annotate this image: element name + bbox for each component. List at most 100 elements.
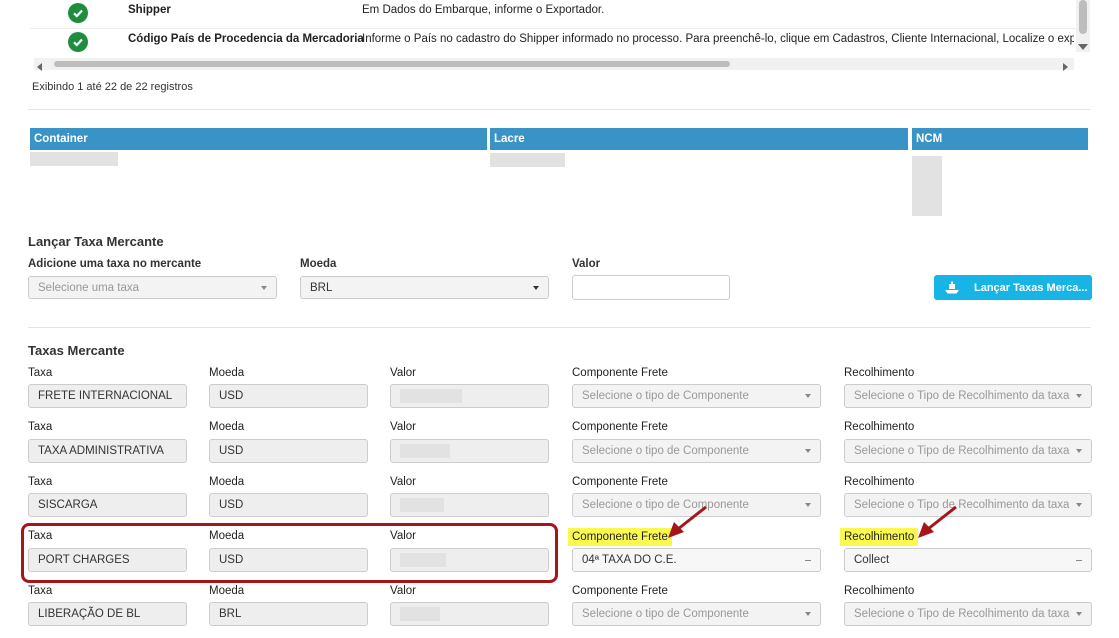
blurred-value — [400, 389, 462, 403]
blurred-value — [400, 444, 450, 458]
moeda-field[interactable]: USD — [209, 384, 368, 408]
valor-label: Valor — [390, 530, 416, 542]
moeda-field[interactable]: BRL — [209, 602, 368, 626]
column-header-lacre: Lacre — [490, 128, 908, 150]
moeda-field[interactable]: USD — [209, 493, 368, 517]
validation-name: Shipper — [128, 4, 171, 16]
taxa-select-placeholder: Selecione uma taxa — [38, 281, 140, 294]
clear-icon[interactable] — [805, 559, 811, 561]
recolhimento-value: Selecione o Tipo de Recolhimento da taxa — [854, 445, 1070, 457]
moeda-label: Moeda — [209, 530, 245, 542]
valor-label: Valor — [390, 421, 416, 433]
section-title: Taxas Mercante — [28, 343, 125, 358]
recolhimento-label: Recolhimento — [844, 476, 915, 488]
validation-name: Código País de Procedencia da Mercadoria — [128, 33, 364, 45]
lancar-taxas-button-label: Lançar Taxas Merca... — [974, 281, 1088, 294]
scroll-down-icon[interactable] — [1078, 40, 1088, 54]
horizontal-scroll-thumb[interactable] — [54, 61, 730, 67]
recolhimento-label: Recolhimento — [844, 421, 915, 433]
chevron-down-icon — [805, 394, 811, 398]
clear-icon[interactable] — [1076, 559, 1082, 561]
valor-field[interactable] — [390, 602, 549, 626]
chevron-down-icon — [805, 503, 811, 507]
blurred-container-value — [30, 152, 118, 166]
annotation-arrow-icon — [668, 505, 707, 538]
valor-label: Valor — [390, 585, 416, 597]
taxa-label: Taxa — [28, 530, 53, 542]
scroll-right-icon[interactable] — [1061, 60, 1069, 74]
valor-field[interactable] — [390, 548, 549, 572]
row-divider — [30, 28, 1076, 29]
records-info: Exibindo 1 até 22 de 22 registros — [32, 81, 193, 93]
column-header-container: Container — [30, 128, 487, 150]
valor-field[interactable] — [390, 439, 549, 463]
moeda-select[interactable]: BRL — [300, 276, 549, 299]
componente-value: 04ª TAXA DO C.E. — [582, 554, 677, 566]
add-taxa-label: Adicione uma taxa no mercante — [28, 258, 202, 270]
taxa-field[interactable]: FRETE INTERNACIONAL — [28, 384, 187, 408]
chevron-down-icon — [1076, 503, 1082, 507]
check-icon — [68, 32, 88, 52]
validation-message: Informe o País no cadastro do Shipper in… — [362, 33, 1074, 45]
componente-label: Componente Frete — [572, 585, 668, 597]
recolhimento-select[interactable]: Selecione o Tipo de Recolhimento da taxa — [844, 384, 1092, 408]
taxa-field[interactable]: TAXA ADMINISTRATIVA — [28, 439, 187, 463]
valor-field[interactable] — [390, 493, 549, 517]
lancar-taxas-button[interactable]: Lançar Taxas Merca... — [934, 275, 1092, 300]
componente-select[interactable]: Selecione o tipo de Componente — [572, 602, 821, 626]
componente-label: Componente Frete — [572, 421, 668, 433]
componente-value: Selecione o tipo de Componente — [582, 445, 749, 457]
taxa-field[interactable]: SISCARGA — [28, 493, 187, 517]
recolhimento-label: Recolhimento — [844, 367, 915, 379]
componente-select[interactable]: Selecione o tipo de Componente — [572, 384, 821, 408]
moeda-select-value: BRL — [310, 281, 333, 294]
chevron-down-icon — [533, 285, 539, 290]
taxa-label: Taxa — [28, 367, 53, 379]
taxa-field[interactable]: LIBERAÇÃO DE BL — [28, 602, 187, 626]
blurred-ncm-value — [912, 156, 942, 216]
chevron-down-icon — [1076, 394, 1082, 398]
recolhimento-select[interactable]: Selecione o Tipo de Recolhimento da taxa — [844, 602, 1092, 626]
componente-label: Componente Frete — [572, 367, 668, 379]
taxa-field[interactable]: PORT CHARGES — [28, 548, 187, 572]
moeda-label: Moeda — [209, 421, 245, 433]
vertical-scroll-thumb[interactable] — [1079, 0, 1087, 34]
componente-select[interactable]: 04ª TAXA DO C.E. — [572, 548, 821, 572]
recolhimento-value: Selecione o Tipo de Recolhimento da taxa — [854, 499, 1070, 511]
annotation-arrow-icon — [918, 505, 957, 538]
recolhimento-value: Selecione o Tipo de Recolhimento da taxa — [854, 390, 1070, 402]
blurred-value — [400, 498, 444, 512]
recolhimento-select[interactable]: Selecione o Tipo de Recolhimento da taxa — [844, 439, 1092, 463]
taxa-label: Taxa — [28, 585, 53, 597]
taxa-label: Taxa — [28, 421, 53, 433]
taxa-select[interactable]: Selecione uma taxa — [28, 276, 277, 299]
blurred-lacre-value — [490, 153, 565, 167]
recolhimento-select[interactable]: Selecione o Tipo de Recolhimento da taxa — [844, 493, 1092, 517]
moeda-field[interactable]: USD — [209, 548, 368, 572]
recolhimento-select[interactable]: Collect — [844, 548, 1092, 572]
validation-message: Em Dados do Embarque, informe o Exportad… — [362, 4, 605, 16]
moeda-label: Moeda — [209, 476, 245, 488]
componente-label-highlighted: Componente Frete — [568, 528, 672, 546]
vertical-scrollbar[interactable] — [1076, 0, 1090, 52]
scroll-left-icon[interactable] — [36, 60, 44, 74]
componente-label: Componente Frete — [572, 476, 668, 488]
recolhimento-value: Selecione o Tipo de Recolhimento da taxa — [854, 608, 1070, 620]
recolhimento-label: Recolhimento — [844, 585, 915, 597]
chevron-down-icon — [1076, 612, 1082, 616]
valor-field[interactable] — [390, 384, 549, 408]
moeda-label: Moeda — [209, 585, 245, 597]
column-header-ncm: NCM — [912, 128, 1088, 150]
horizontal-scrollbar[interactable] — [34, 58, 1074, 71]
componente-value: Selecione o tipo de Componente — [582, 390, 749, 402]
componente-value: Selecione o tipo de Componente — [582, 608, 749, 620]
recolhimento-label-highlighted: Recolhimento — [840, 528, 919, 546]
moeda-field[interactable]: USD — [209, 439, 368, 463]
check-icon — [68, 3, 88, 23]
section-divider — [28, 109, 1091, 110]
ship-icon — [944, 281, 960, 295]
blurred-value — [400, 607, 440, 621]
valor-label: Valor — [390, 367, 416, 379]
valor-input[interactable] — [572, 275, 730, 300]
componente-select[interactable]: Selecione o tipo de Componente — [572, 439, 821, 463]
